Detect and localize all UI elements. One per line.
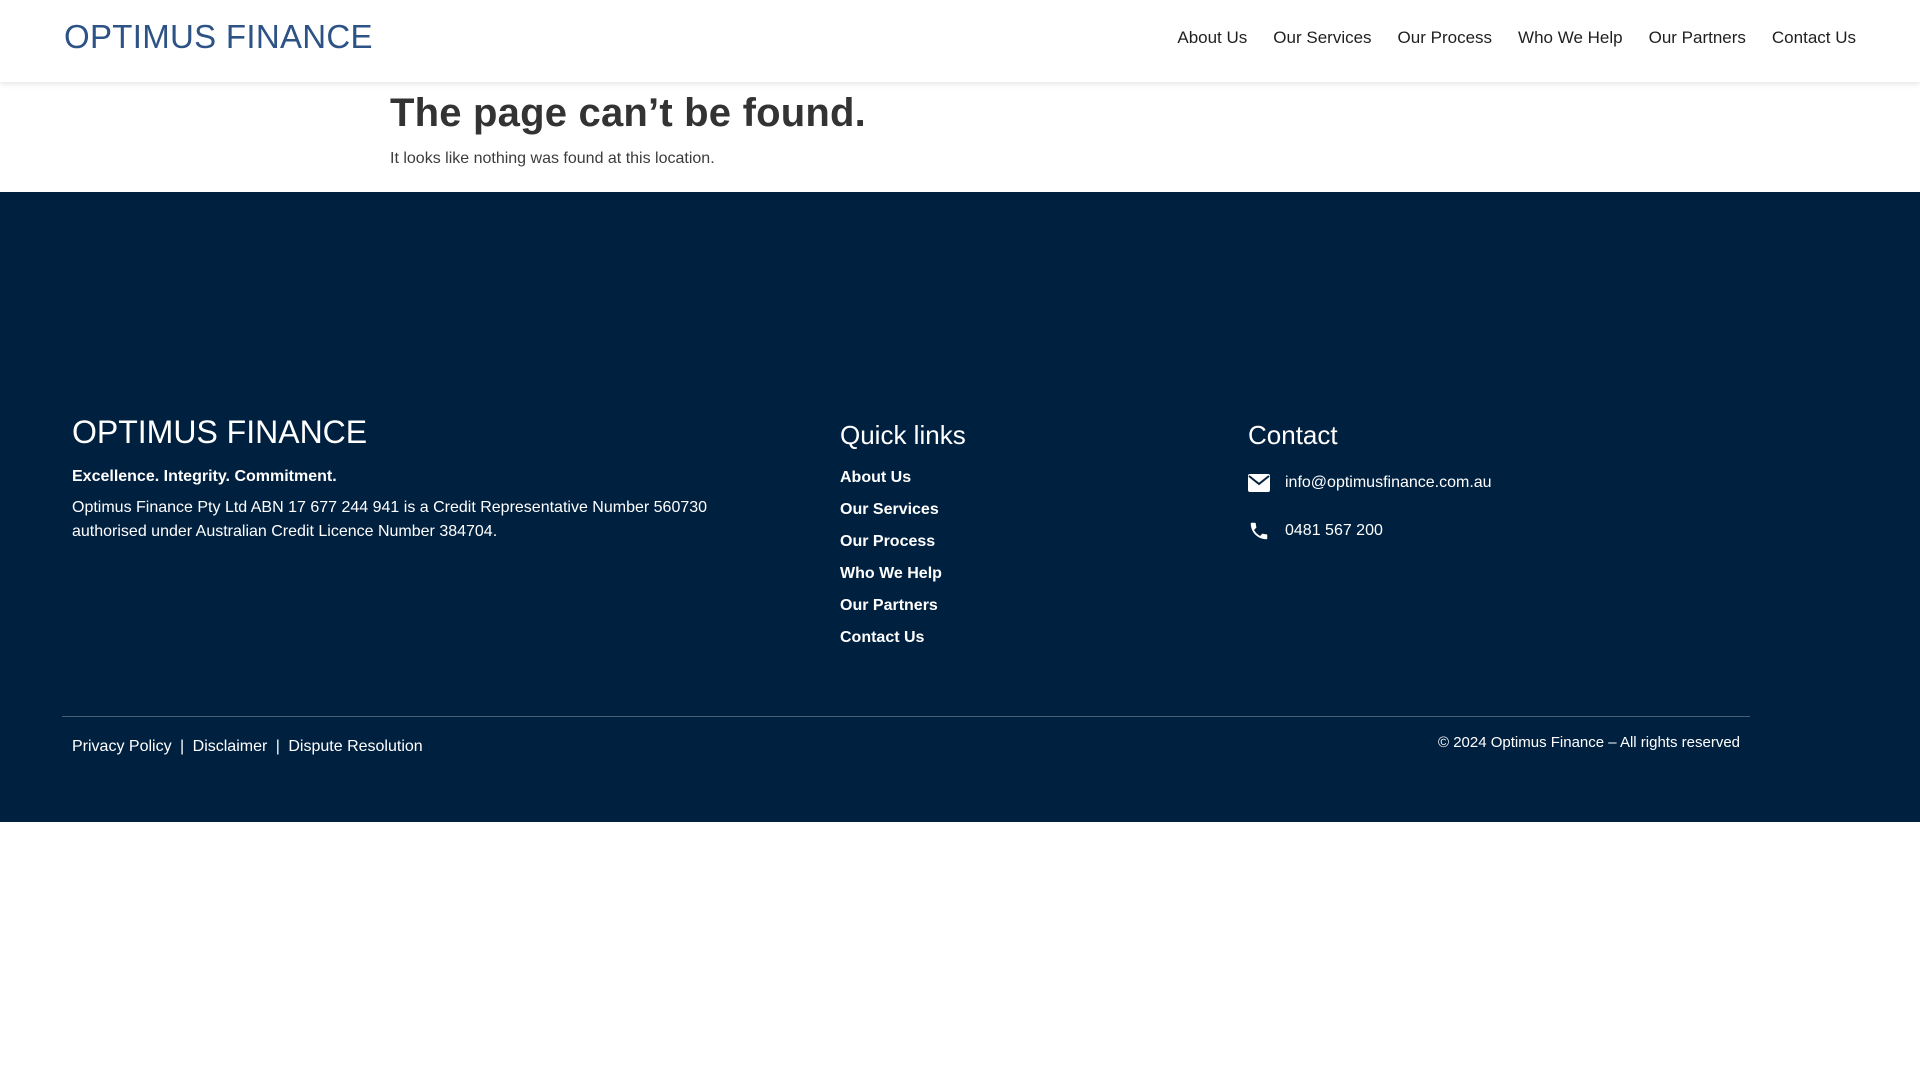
legal-links: Privacy Policy | Disclaimer | Dispute Re… [72,738,423,756]
contact-heading: Contact [1248,420,1338,450]
contact-phone[interactable]: 0481 567 200 [1285,522,1383,540]
disclaimer-link[interactable]: Disclaimer [193,738,268,755]
quick-links-heading: Quick links [840,420,966,450]
quick-link-who-we-help[interactable]: Who We Help [840,565,942,582]
nav-our-services[interactable]: Our Services [1273,28,1371,48]
copyright-text: © 2024 Optimus Finance – All rights rese… [1437,734,1740,751]
contact-phone-row[interactable]: 0481 567 200 [1248,520,1383,542]
legal-separator: | [275,738,280,755]
quick-link-item: Our Process [840,533,942,565]
not-found-section: The page can’t be found. It looks like n… [390,90,1590,168]
nav-our-partners[interactable]: Our Partners [1649,28,1746,48]
quick-link-item: About Us [840,469,942,501]
nav-contact-us[interactable]: Contact Us [1772,28,1856,48]
privacy-policy-link[interactable]: Privacy Policy [72,738,172,755]
site-logo-link[interactable]: OPTIMUS FINANCE [64,18,373,56]
footer-description: Optimus Finance Pty Ltd ABN 17 677 244 9… [72,499,708,540]
quick-link-item: Who We Help [840,565,942,597]
site-header: OPTIMUS FINANCE About Us Our Services Ou… [0,0,1920,82]
quick-link-item: Contact Us [840,629,942,661]
not-found-message: It looks like nothing was found at this … [390,150,715,167]
nav-about-us[interactable]: About Us [1177,28,1247,48]
contact-email[interactable]: info@optimusfinance.com.au [1285,474,1492,492]
legal-separator: | [180,738,185,755]
footer-tagline: Excellence. Integrity. Commitment. [72,468,337,485]
quick-link-item: Our Services [840,501,942,533]
dispute-resolution-link[interactable]: Dispute Resolution [288,738,422,755]
nav-who-we-help[interactable]: Who We Help [1518,28,1623,48]
quick-link-our-partners[interactable]: Our Partners [840,597,938,614]
nav-our-process[interactable]: Our Process [1398,28,1492,48]
quick-link-item: Our Partners [840,597,942,629]
quick-link-about-us[interactable]: About Us [840,469,911,486]
quick-links-list: About Us Our Services Our Process Who We… [840,469,942,661]
site-footer: OPTIMUS FINANCE Excellence. Integrity. C… [0,192,1920,822]
contact-email-row[interactable]: info@optimusfinance.com.au [1248,472,1492,494]
footer-divider [62,716,1750,717]
quick-link-our-services[interactable]: Our Services [840,501,939,518]
main-nav: About Us Our Services Our Process Who We… [1151,28,1856,48]
envelope-icon [1248,472,1270,494]
phone-icon [1248,520,1270,542]
quick-link-contact-us[interactable]: Contact Us [840,629,924,646]
footer-brand: OPTIMUS FINANCE [72,414,368,450]
quick-link-our-process[interactable]: Our Process [840,533,935,550]
page-title: The page can’t be found. [390,91,866,135]
